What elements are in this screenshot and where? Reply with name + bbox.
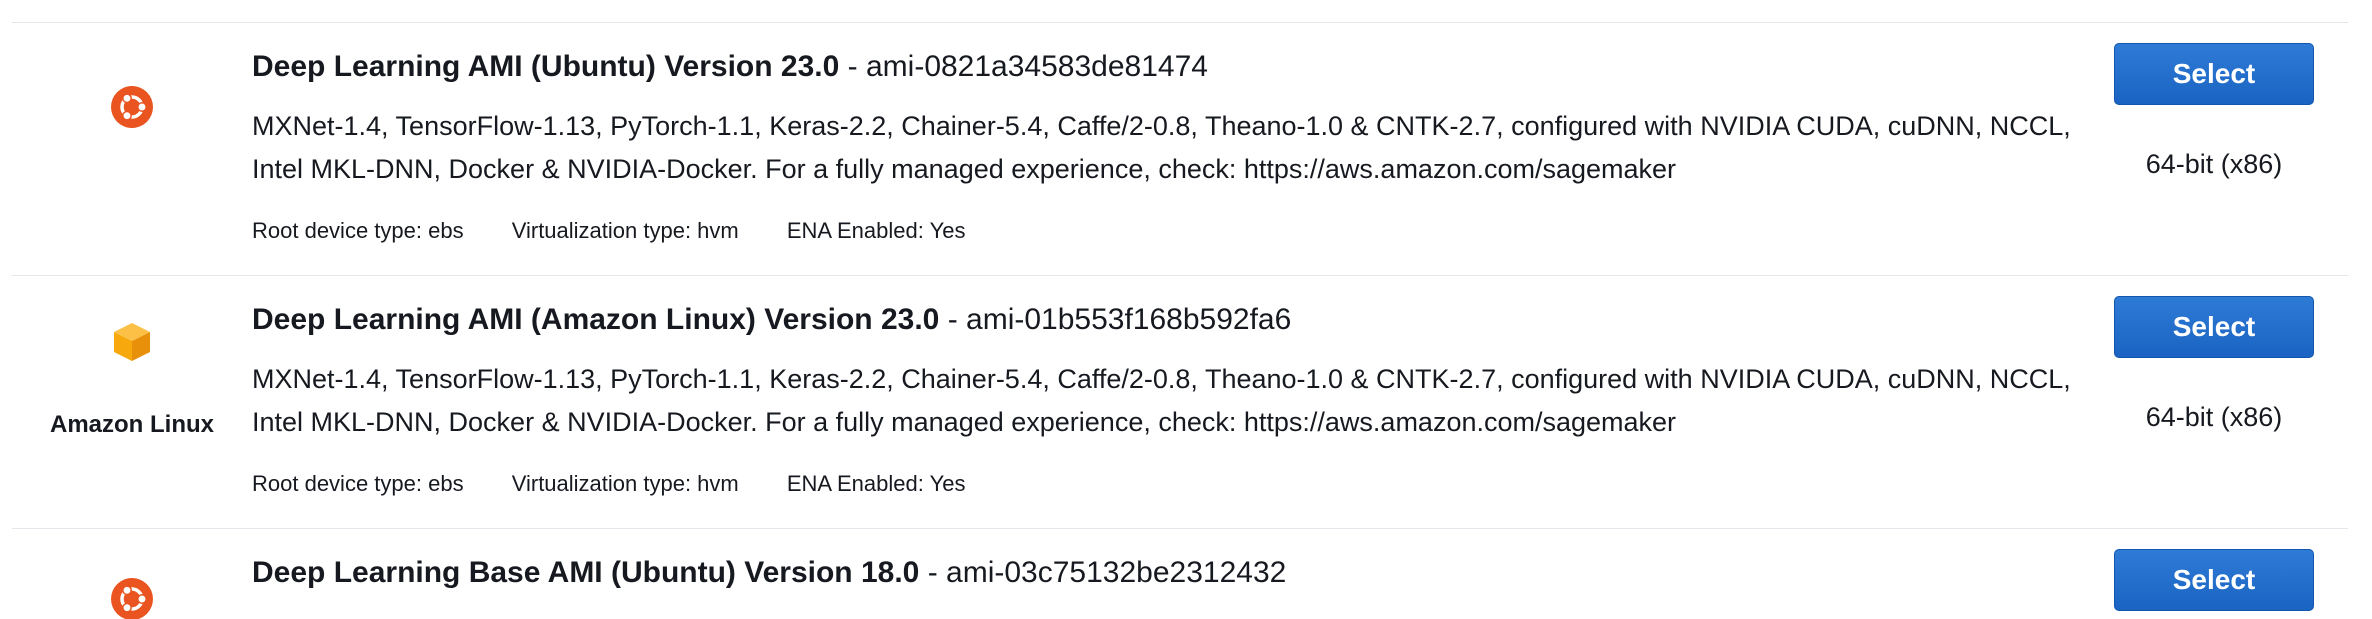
ami-row: Amazon Linux Deep Learning AMI (Amazon L… [12,275,2348,528]
ubuntu-icon [111,578,153,619]
architecture-label: 64-bit (x86) [2145,149,2283,179]
ami-description: MXNet-1.4, TensorFlow-1.13, PyTorch-1.1,… [252,364,2071,437]
select-button[interactable]: Select [2114,296,2314,358]
os-icon-column: Amazon Linux [12,276,252,528]
ami-meta: Root device type: ebs Virtualization typ… [252,471,2052,497]
select-button[interactable]: Select [2114,549,2314,611]
ami-title: Deep Learning Base AMI (Ubuntu) Version … [252,556,1287,589]
ami-row: Deep Learning AMI (Ubuntu) Version 23.0 … [12,22,2348,275]
architecture-label: 64-bit (x86) [2145,402,2283,432]
os-icon-column [12,529,252,619]
ami-row: Deep Learning Base AMI (Ubuntu) Version … [12,528,2348,619]
ami-meta: Root device type: ebs Virtualization typ… [252,218,2052,244]
ami-name: Deep Learning AMI (Amazon Linux) Version… [252,303,940,336]
root-device-type: Root device type: ebs [252,471,464,496]
select-column: Select 64-bit (x86) [2102,23,2332,275]
ena-enabled: ENA Enabled: Yes [786,471,966,496]
amazon-linux-icon [114,323,150,361]
ena-enabled: ENA Enabled: Yes [786,218,966,243]
os-label: Amazon Linux [49,411,214,438]
ami-list: Deep Learning AMI (Ubuntu) Version 23.0 … [12,0,2348,619]
select-button[interactable]: Select [2114,43,2314,105]
os-icon-column [12,23,252,275]
select-column: Select 64-bit (x86) [2102,276,2332,528]
ami-title: Deep Learning AMI (Amazon Linux) Version… [252,303,1292,336]
ami-description: MXNet-1.4, TensorFlow-1.13, PyTorch-1.1,… [252,111,2071,184]
ami-title: Deep Learning AMI (Ubuntu) Version 23.0 … [252,50,1208,83]
virtualization-type: Virtualization type: hvm [511,218,739,243]
ami-name: Deep Learning AMI (Ubuntu) Version 23.0 [252,50,840,83]
ami-id: ami-01b553f168b592fa6 [966,303,1292,336]
select-column: Select [2102,529,2332,619]
ami-id: ami-0821a34583de81474 [865,50,1208,83]
virtualization-type: Virtualization type: hvm [511,471,739,496]
ami-id: ami-03c75132be2312432 [946,556,1287,589]
root-device-type: Root device type: ebs [252,218,464,243]
ami-name: Deep Learning Base AMI (Ubuntu) Version … [252,556,920,589]
ubuntu-icon [111,86,153,128]
